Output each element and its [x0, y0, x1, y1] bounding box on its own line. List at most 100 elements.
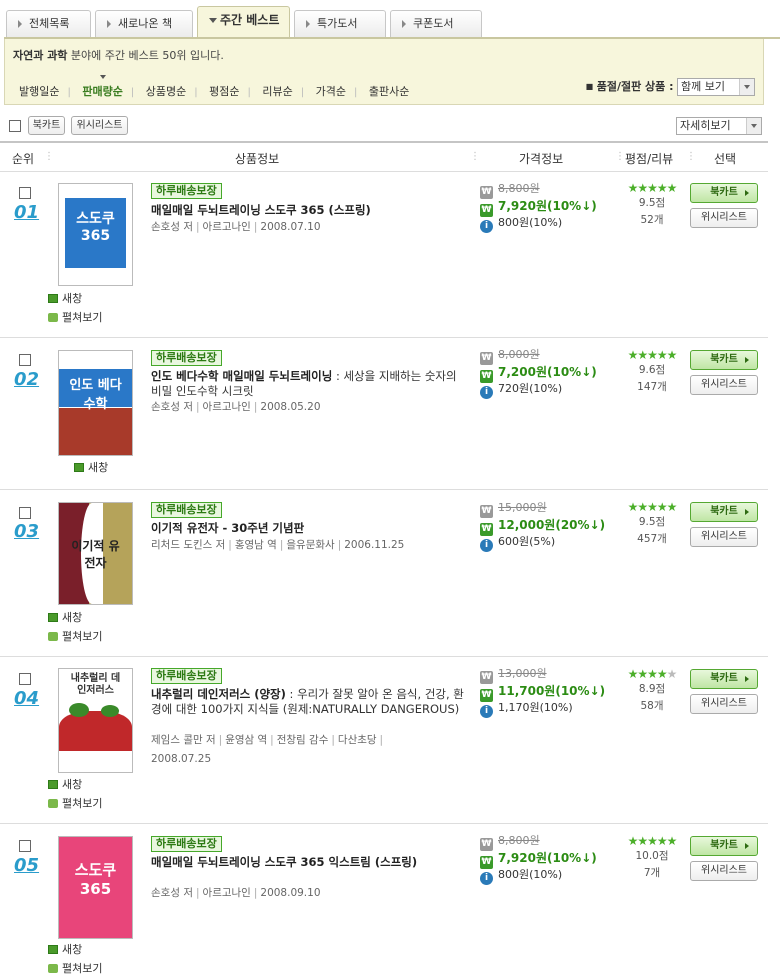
sort-review[interactable]: 리뷰순 [262, 83, 292, 99]
table-header: 순위 ⋮ 상품정보 ⋮ 가격정보 ⋮ 평점/리뷰 ⋮ 선택 [0, 141, 768, 172]
row-checkbox[interactable] [19, 354, 31, 366]
book-title[interactable]: 내추럴리 데인저러스 (양장) : 우리가 잘못 알아 온 음식, 건강, 환경… [151, 687, 469, 717]
book-cover[interactable]: 스도쿠 365 [58, 183, 133, 286]
sort-publisher[interactable]: 출판사순 [369, 83, 409, 99]
tab-new-books[interactable]: 새로나온 책 [95, 10, 193, 37]
rating-score: 9.6점 [638, 364, 666, 376]
add-to-wishlist-button[interactable]: 위시리스트 [690, 527, 758, 547]
review-count: 7개 [643, 867, 661, 879]
category-info-box: 자연과 과학 분야에 주간 베스트 50위 입니다. 발행일순 | 판매량순 | 상… [4, 39, 764, 105]
sort-rating[interactable]: 평점순 [209, 83, 239, 99]
book-icon [48, 313, 58, 322]
delivery-badge: 하루배송보장 [151, 668, 222, 684]
star-rating-icon: ★★★★★ [627, 667, 678, 681]
add-selected-wish-button[interactable]: 위시리스트 [71, 116, 128, 135]
rank-number[interactable]: 03 [14, 521, 39, 542]
won-icon: ₩ [480, 186, 493, 199]
book-title[interactable]: 이기적 유전자 - 30주년 기념판 [151, 521, 469, 536]
add-to-wishlist-button[interactable]: 위시리스트 [690, 208, 758, 228]
new-window-link[interactable]: 새창 [48, 941, 82, 957]
soldout-filter-select[interactable]: 함께 보기 [677, 78, 755, 96]
info-icon: i [480, 872, 493, 885]
book-cover[interactable]: 이기적 유전자 [58, 502, 133, 605]
preview-link[interactable]: 펼쳐보기 [48, 628, 102, 644]
rank-number[interactable]: 04 [14, 688, 39, 709]
point-value: 800원(10%) [498, 216, 563, 229]
add-to-cart-button[interactable]: 북카트 [690, 350, 758, 370]
book-cover[interactable]: 스도쿠 365 [58, 836, 133, 939]
preview-link[interactable]: 펼쳐보기 [48, 309, 102, 325]
view-mode-select[interactable]: 자세히보기 [676, 117, 762, 135]
book-meta: 제임스 콜만 저 | 윤영삼 역 | 전창림 감수 | 다산초당 | 2008.07.25 [151, 734, 384, 765]
new-window-link[interactable]: 새창 [48, 776, 82, 792]
book-title[interactable]: 매일매일 두뇌트레이닝 스도쿠 365 (스프링) [151, 203, 469, 218]
tab-weekly-best[interactable]: 주간 베스트 [197, 6, 290, 37]
add-to-cart-button[interactable]: 북카트 [690, 836, 758, 856]
window-icon [48, 945, 58, 954]
original-price: 13,000원 [498, 667, 547, 680]
preview-link[interactable]: 펼쳐보기 [48, 960, 102, 976]
rank-number[interactable]: 02 [14, 369, 39, 390]
rank-number[interactable]: 05 [14, 855, 39, 876]
chevron-down-icon [746, 118, 761, 134]
star-rating-icon: ★★★★★ [627, 348, 678, 362]
sort-date[interactable]: 발행일순 [19, 83, 59, 99]
window-icon [48, 294, 58, 303]
tab-coupon[interactable]: 쿠폰도서 [390, 10, 482, 37]
rating-score: 10.0점 [635, 850, 669, 862]
book-meta: 손호성 저 | 아르고나인 | 2008.09.10 [151, 887, 321, 899]
book-cover[interactable]: 내추럴리 데인저러스 [58, 668, 133, 773]
sort-options: 발행일순 | 판매량순 | 상품명순 | 평점순 | 리뷰순 | 가격순 | 출판사순 [19, 75, 410, 99]
rating-info: ★★★★★ 9.5점 457개 [620, 500, 684, 548]
point-value: 600원(5%) [498, 535, 556, 548]
add-to-cart-button[interactable]: 북카트 [690, 502, 758, 522]
new-window-link[interactable]: 새창 [48, 290, 82, 306]
tab-special-price[interactable]: 특가도서 [294, 10, 386, 37]
select-all-checkbox[interactable] [9, 120, 21, 132]
col-product: 상품정보 [235, 152, 280, 166]
add-selected-cart-button[interactable]: 북카트 [28, 116, 65, 135]
sort-name[interactable]: 상품명순 [146, 83, 186, 99]
info-icon: i [480, 386, 493, 399]
original-price: 15,000원 [498, 501, 547, 514]
price-info: ₩15,000원 ₩12,000원(20%↓) i 600원(5%) [480, 501, 620, 552]
arrow-right-icon [306, 20, 310, 28]
table-row: 02 인도 베다수학 새창 하루배송보장 인도 베다수학 매일매일 두뇌트레이닝… [0, 338, 768, 490]
original-price: 8,800원 [498, 834, 540, 847]
chevron-down-icon [739, 79, 754, 95]
soldout-filter-label: 품절/절판 상품 : [596, 80, 674, 93]
new-window-link[interactable]: 새창 [74, 459, 108, 475]
tab-all[interactable]: 전체목록 [6, 10, 91, 37]
row-checkbox[interactable] [19, 673, 31, 685]
add-to-cart-button[interactable]: 북카트 [690, 669, 758, 689]
row-checkbox[interactable] [19, 840, 31, 852]
row-checkbox[interactable] [19, 187, 31, 199]
add-to-wishlist-button[interactable]: 위시리스트 [690, 375, 758, 395]
sale-price: 12,000원(20%↓) [498, 518, 606, 532]
book-meta: 손호성 저 | 아르고나인 | 2008.05.20 [151, 401, 321, 413]
delivery-badge: 하루배송보장 [151, 183, 222, 199]
preview-link[interactable]: 펼쳐보기 [48, 795, 102, 811]
book-title[interactable]: 인도 베다수학 매일매일 두뇌트레이닝 : 세상을 지배하는 숫자의 비밀 인도… [151, 369, 469, 399]
row-checkbox[interactable] [19, 507, 31, 519]
add-to-wishlist-button[interactable]: 위시리스트 [690, 861, 758, 881]
won-icon: ₩ [480, 505, 493, 518]
sale-price: 11,700원(10%↓) [498, 684, 606, 698]
price-info: ₩13,000원 ₩11,700원(10%↓) i 1,170원(10%) [480, 667, 620, 718]
new-window-link[interactable]: 새창 [48, 609, 82, 625]
rank-number[interactable]: 01 [14, 202, 39, 223]
sort-price[interactable]: 가격순 [316, 83, 346, 99]
table-row: 01 스도쿠 365 새창 펼쳐보기 하루배송보장 매일매일 두뇌트레이닝 스도… [0, 173, 768, 338]
book-cover[interactable]: 인도 베다수학 [58, 350, 133, 456]
review-count: 58개 [640, 700, 664, 712]
original-price: 8,000원 [498, 348, 540, 361]
table-row: 05 스도쿠 365 새창 펼쳐보기 하루배송보장 매일매일 두뇌트레이닝 스도… [0, 824, 768, 976]
won-icon: ₩ [480, 671, 493, 684]
add-to-wishlist-button[interactable]: 위시리스트 [690, 694, 758, 714]
book-title[interactable]: 매일매일 두뇌트레이닝 스도쿠 365 익스트림 (스프링) [151, 855, 469, 870]
sort-sales[interactable]: 판매량순 [82, 75, 123, 99]
delivery-badge: 하루배송보장 [151, 502, 222, 518]
category-description: 자연과 과학 분야에 주간 베스트 50위 입니다. [13, 49, 224, 62]
add-to-cart-button[interactable]: 북카트 [690, 183, 758, 203]
book-icon [48, 964, 58, 973]
